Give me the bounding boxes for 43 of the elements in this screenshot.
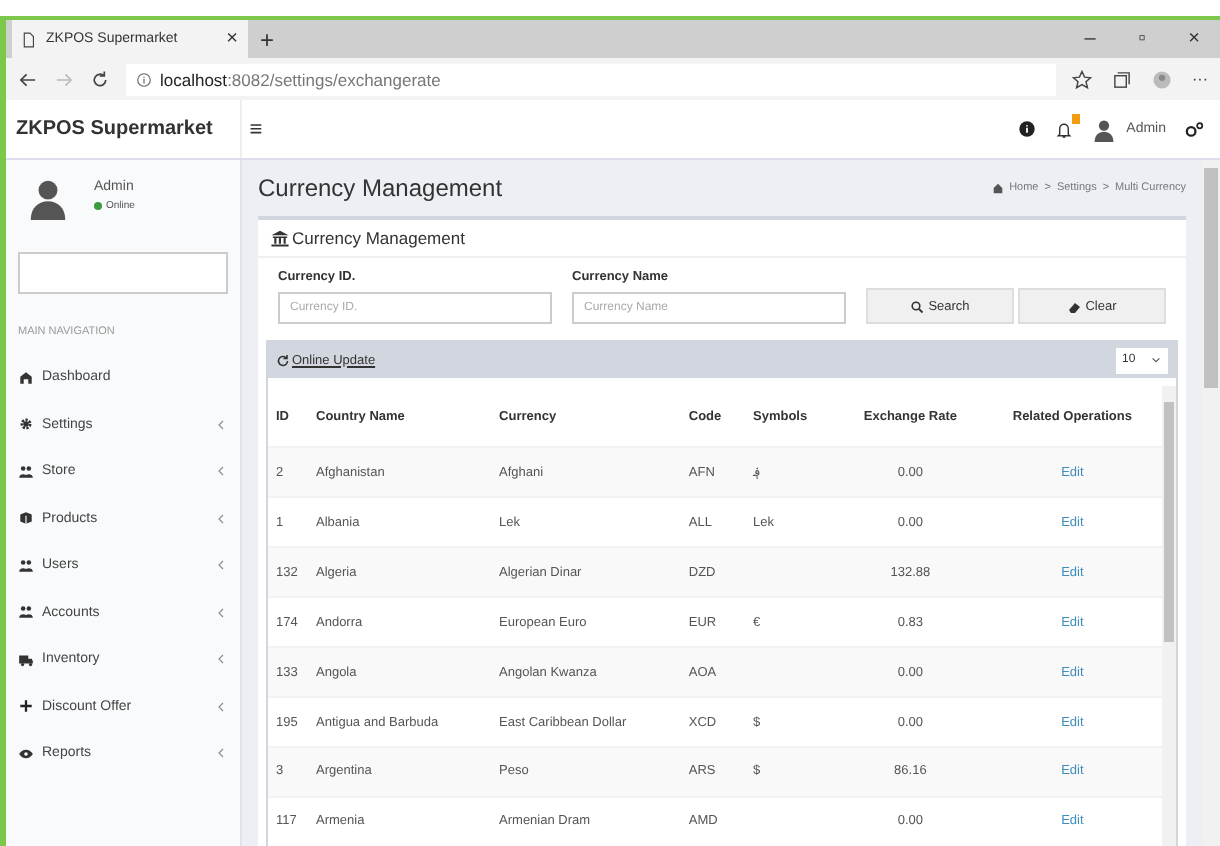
page-title: Currency Management xyxy=(258,174,503,202)
menu-toggle[interactable]: ≡ xyxy=(242,100,270,158)
people-icon xyxy=(18,463,34,480)
people-icon xyxy=(18,557,34,574)
truck-icon xyxy=(18,651,34,668)
restore-button[interactable]: ▫ xyxy=(1116,20,1168,58)
online-dot xyxy=(94,202,102,210)
bank-icon xyxy=(270,228,290,248)
info-icon xyxy=(136,71,152,87)
page-icon xyxy=(22,31,38,47)
minimize-button[interactable]: – xyxy=(1064,20,1116,58)
reload-icon[interactable] xyxy=(90,69,110,89)
gear-icon xyxy=(18,416,34,433)
home-icon xyxy=(991,182,1004,194)
search-field[interactable] xyxy=(18,252,228,294)
person-silhouette-icon xyxy=(1092,117,1117,141)
star-icon[interactable] xyxy=(1072,69,1092,89)
bell-icon xyxy=(1054,119,1075,139)
profile-icon[interactable] xyxy=(1152,69,1172,89)
person-silhouette-icon xyxy=(26,176,70,220)
collections-icon[interactable] xyxy=(1112,69,1132,89)
plus-icon xyxy=(18,698,34,715)
eraser-icon xyxy=(1067,299,1082,313)
close-button[interactable]: × xyxy=(1168,20,1220,58)
eye-icon xyxy=(18,745,34,762)
notification-badge xyxy=(1072,113,1081,123)
app-logo-text: ZKPOS Supermarket xyxy=(6,100,242,158)
url-text: localhost:8082/settings/exchangerate xyxy=(160,69,441,89)
people-icon xyxy=(18,604,34,621)
refresh-icon xyxy=(276,353,290,367)
caret-icon xyxy=(1150,354,1162,366)
close-tab-button[interactable]: × xyxy=(226,28,238,50)
search-icon xyxy=(910,299,925,313)
info-icon[interactable] xyxy=(1018,120,1037,138)
box-icon xyxy=(18,510,34,527)
back-arrow-icon[interactable] xyxy=(18,69,38,89)
new-tab-button[interactable]: + xyxy=(248,20,287,58)
panel-title: Currency Management xyxy=(292,228,465,248)
house-icon xyxy=(18,369,34,386)
more-menu-button[interactable]: ··· xyxy=(1192,70,1208,88)
address-bar[interactable]: localhost:8082/settings/exchangerate xyxy=(126,63,1056,95)
gears-icon[interactable] xyxy=(1184,119,1204,139)
notifications-button[interactable] xyxy=(1054,119,1075,139)
